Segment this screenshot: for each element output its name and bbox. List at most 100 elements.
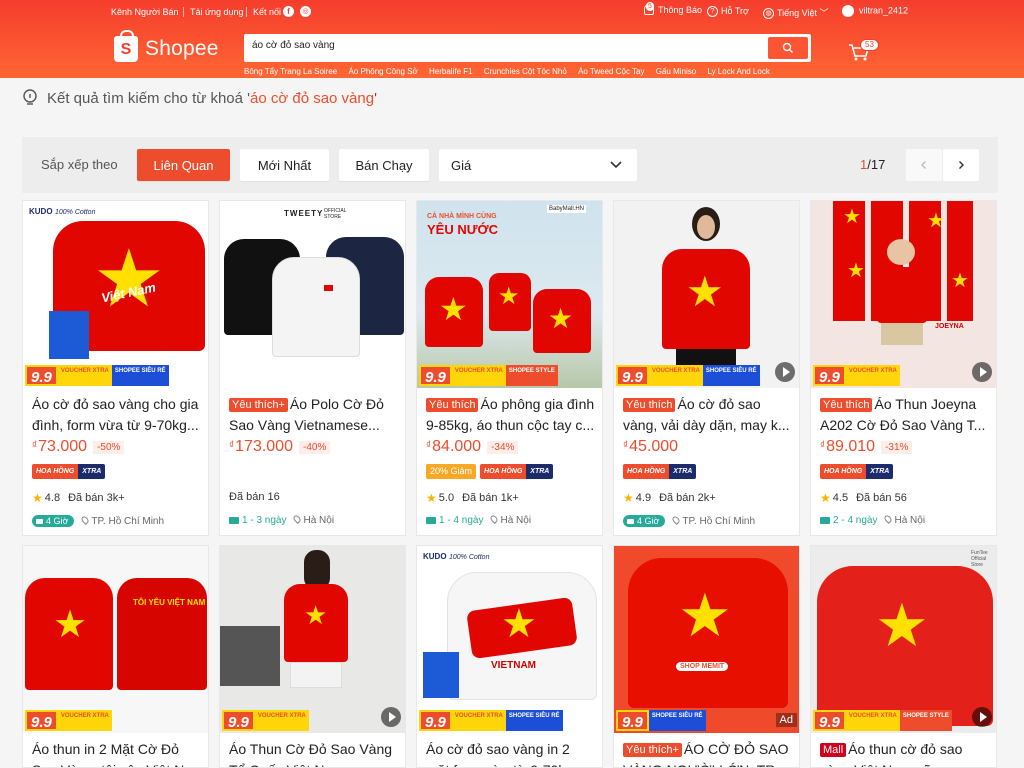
promo-badges: 20% Giảm HOA HỒNG XTRA [426, 464, 554, 479]
star-graphic: ★ [678, 582, 732, 649]
model-face-graphic [697, 215, 715, 239]
chair-graphic [220, 626, 280, 686]
product-name[interactable]: Áo thun in 2 Mặt Cờ Đỏ Sao Vàng, tôi yêu… [32, 739, 202, 767]
fast-delivery-badge: 4 Giờ [32, 515, 75, 527]
sort-price-select[interactable]: Giá [439, 149, 637, 181]
account-menu[interactable]: viltran_2412 [842, 5, 908, 17]
sort-relevant-button[interactable]: Liên Quan [137, 149, 230, 181]
suggestion-link[interactable]: Crunchies Cột Tóc Nhỏ [484, 67, 567, 76]
play-icon[interactable] [381, 707, 401, 727]
product-name[interactable]: Áo cờ đỏ sao vàng in 2 mặt form vừa từ 9… [426, 739, 596, 767]
shopee-logo[interactable]: S Shopee [114, 30, 219, 64]
promo-badges: HOA HỒNG XTRA [623, 464, 697, 479]
suggestion-link[interactable]: Áo Tweed Cộc Tay [578, 67, 644, 76]
chevron-left-icon [921, 161, 926, 169]
product-card[interactable]: FunTee Official Store ★ 9.9 VOUCHER XTRA S… [810, 545, 997, 768]
result-keyword: áo cờ đỏ sao vàng [250, 89, 375, 107]
product-price: ₫89.010 [820, 438, 876, 455]
help-link[interactable]: ? Hỗ Trợ [707, 6, 749, 18]
product-card[interactable]: KUDO 100% Cotton ★ Việt Nam 9.9 VOUCHER X… [22, 200, 209, 536]
connect-label: Kết nối [253, 7, 282, 17]
product-card[interactable]: ★ 9.9 VOUCHER XTRA SHOPEE SIÊU RẺ Yêu thíc… [613, 200, 800, 536]
rating-row: ★ 4.5 Đã bán 56 [820, 491, 907, 505]
star-icon: ★ [623, 491, 634, 505]
truck-icon [229, 517, 239, 524]
star-graphic: ★ [875, 592, 929, 659]
sold-count: Đã bán 3k+ [68, 492, 125, 504]
suggestion-link[interactable]: Bông Tẩy Trang La Soiree [244, 67, 337, 76]
product-price: ₫84.000 [426, 438, 482, 455]
rating-row: Đã bán 16 [221, 491, 280, 503]
product-card[interactable]: KUDO 100% Cotton ★ VIETNAM 9.9 VOUCHER XT… [416, 545, 603, 768]
prev-page-button[interactable] [906, 149, 942, 181]
product-name[interactable]: Áo Thun Cờ Đỏ Sao Vàng Tổ Quốc Việt Nam.… [229, 739, 399, 767]
search-result-heading: Kết quả tìm kiếm cho từ khoá ' áo cờ đỏ s… [22, 89, 377, 107]
tote-bag-graphic [423, 652, 459, 698]
preferred-tag: Yêu thích [426, 398, 479, 412]
play-icon[interactable] [972, 362, 992, 382]
suggestion-link[interactable]: Gấu Miniso [656, 67, 696, 76]
seller-channel-link[interactable]: Kênh Người Bán [111, 7, 178, 17]
shop-logo: FunTee Official Store [971, 550, 988, 568]
rating-value: 4.5 [832, 492, 849, 504]
facebook-icon[interactable]: f [283, 6, 294, 18]
page-indicator: 1/17 [860, 157, 885, 172]
chevron-down-icon [610, 161, 622, 169]
cart-count-badge: 53 [860, 39, 879, 51]
toi-yeu-text: TÔI YÊU VIỆT NAM [133, 598, 206, 607]
product-card[interactable]: ★ TÔI YÊU VIỆT NAM 9.9 VOUCHER XTRA Áo th… [22, 545, 209, 768]
preferred-tag: Yêu thích [820, 398, 873, 412]
product-image: FunTee Official Store ★ 9.9 VOUCHER XTRA S… [811, 546, 996, 733]
product-name[interactable]: Yêu thích Áo cờ đỏ sao vàng, vải dày dặn,… [623, 394, 793, 436]
product-card[interactable]: ★ ★ ★ ★ JOEYNA 9.9 VOUCHER XTRA Yêu thích… [810, 200, 997, 536]
promo-badges: HOA HỒNG XTRA [32, 464, 106, 479]
commission-xtra-badge: HOA HỒNG XTRA [480, 464, 554, 479]
lightbulb-icon [23, 89, 37, 105]
rating-value: 4.8 [44, 492, 61, 504]
next-page-button[interactable] [943, 149, 979, 181]
location-pin-icon [883, 514, 894, 524]
product-card[interactable]: TWEETY OFFICIAL STORE Yêu thích+ Áo Polo … [219, 200, 406, 536]
sort-label: Sắp xếp theo [41, 157, 118, 172]
product-name[interactable]: Yêu thích Áo Thun Joeyna A202 Cờ Đỏ Sao V… [820, 394, 990, 436]
search-input[interactable] [252, 40, 752, 51]
suggestion-link[interactable]: Áo Phông Công Sở [348, 67, 417, 76]
product-name[interactable]: Yêu thích+ÁO CỜ ĐỎ SAO VÀNG NGƯỜI LỚN, T… [623, 739, 793, 767]
sort-top-sales-button[interactable]: Bán Chạy [339, 149, 429, 181]
product-name[interactable]: Yêu thích Áo phông gia đình 9-85kg, áo th… [426, 394, 596, 436]
instagram-icon[interactable]: ◎ [300, 6, 311, 18]
star-icon: ★ [820, 491, 831, 505]
campaign-title: YÊU NƯỚC [427, 222, 498, 237]
product-image: ★ ★ ★ ★ JOEYNA 9.9 VOUCHER XTRA [811, 201, 996, 388]
preferred-tag: Yêu thích [623, 398, 676, 412]
rating-value: 5.0 [438, 492, 455, 504]
product-name[interactable]: Áo cờ đỏ sao vàng cho gia đình, form vừa… [32, 394, 202, 436]
sold-count: Đã bán 56 [856, 492, 907, 504]
divider [183, 7, 184, 17]
shipping-row: 4 Giờ TP. Hồ Chí Minh [623, 514, 755, 527]
suggestion-link[interactable]: Ly Lock And Lock [707, 67, 769, 76]
product-name[interactable]: Yêu thích+ Áo Polo Cờ Đỏ Sao Vàng Vietnam… [229, 394, 399, 436]
suggestion-link[interactable]: Herbalife F1 [429, 67, 473, 76]
price-row: ₫84.000 -34% [426, 438, 519, 456]
play-icon[interactable] [972, 707, 992, 727]
sold-count: Đã bán 1k+ [462, 492, 519, 504]
cotton-label: 100% Cotton [449, 554, 490, 561]
play-icon[interactable] [775, 362, 795, 382]
search-button[interactable] [768, 37, 808, 59]
help-icon: ? [707, 6, 718, 18]
delivery-eta: 2 - 4 ngày [833, 515, 878, 526]
shop-location: Hà Nội [303, 515, 335, 526]
campaign-caption: CẢ NHÀ MÌNH CÙNG [427, 213, 497, 220]
language-select[interactable]: ◍ Tiếng Việt ﹀ [763, 6, 829, 20]
promo-badges: HOA HỒNG XTRA [820, 464, 894, 479]
product-card[interactable]: ★ SHOP MEMIT 9.9 SHOPEE SIÊU RẺ Ad Yêu th… [613, 545, 800, 768]
product-name[interactable]: MallÁo thun cờ đỏ sao vàng Việt Nam nữ..… [820, 739, 990, 767]
star-graphic: ★ [304, 600, 328, 630]
product-card[interactable]: ★ 9.9 VOUCHER XTRA Áo Thun Cờ Đỏ Sao Vàng… [219, 545, 406, 768]
download-app-link[interactable]: Tải ứng dụng [190, 7, 244, 17]
sort-latest-button[interactable]: Mới Nhất [240, 149, 329, 181]
shop-location: Hà Nội [894, 515, 926, 526]
product-card[interactable]: CẢ NHÀ MÌNH CÙNG YÊU NƯỚC BabyMall.HN ★ … [416, 200, 603, 536]
product-price: ₫45.000 [623, 438, 679, 455]
